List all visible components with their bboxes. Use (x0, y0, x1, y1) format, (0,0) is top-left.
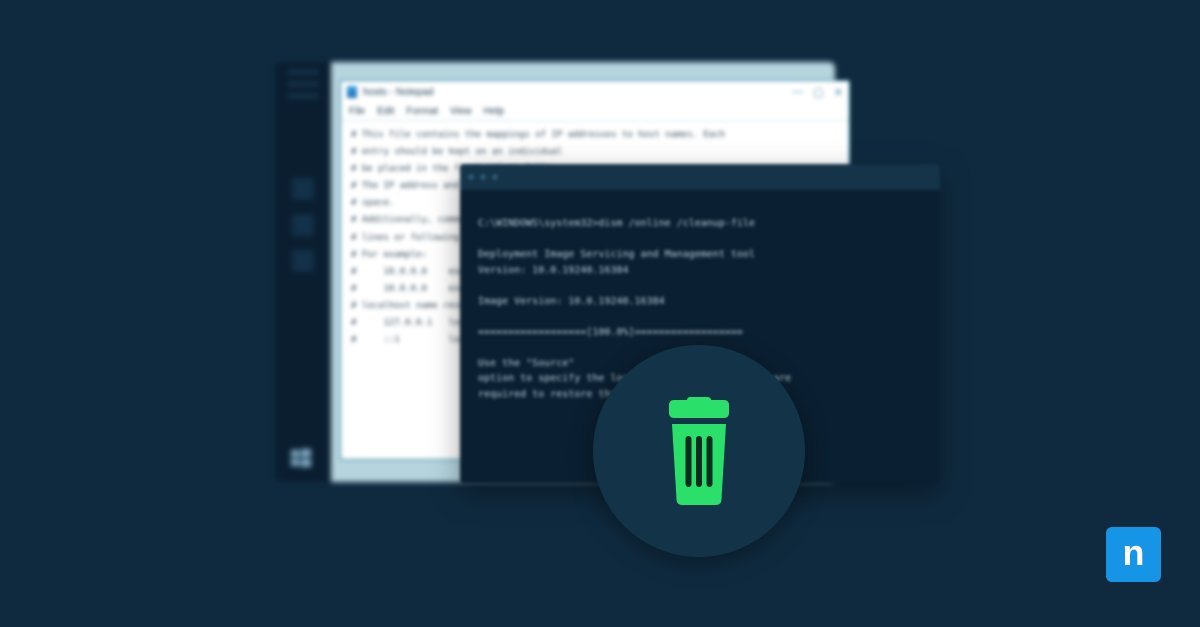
minimize-icon[interactable]: — (792, 86, 803, 99)
brand-logo: n (1106, 527, 1161, 582)
brand-letter: n (1123, 535, 1145, 571)
trash-badge (593, 345, 805, 557)
menu-format[interactable]: Format (406, 106, 438, 117)
close-icon[interactable]: ✕ (834, 86, 843, 99)
maximize-icon[interactable]: ▢ (813, 86, 823, 99)
menu-file[interactable]: File (349, 106, 365, 117)
menu-view[interactable]: View (450, 106, 472, 117)
trash-icon (651, 395, 747, 507)
notepad-window-controls[interactable]: — ▢ ✕ (792, 86, 843, 99)
notepad-menubar[interactable]: File Edit Format View Help (341, 103, 849, 121)
menu-edit[interactable]: Edit (377, 106, 394, 117)
windows-logo-icon (291, 448, 311, 468)
notepad-doc-icon (347, 86, 357, 98)
notepad-title: hosts - Notepad (363, 87, 434, 98)
terminal-titlebar[interactable] (460, 164, 940, 190)
menu-help[interactable]: Help (484, 106, 505, 117)
desktop-sidebar (275, 62, 331, 482)
